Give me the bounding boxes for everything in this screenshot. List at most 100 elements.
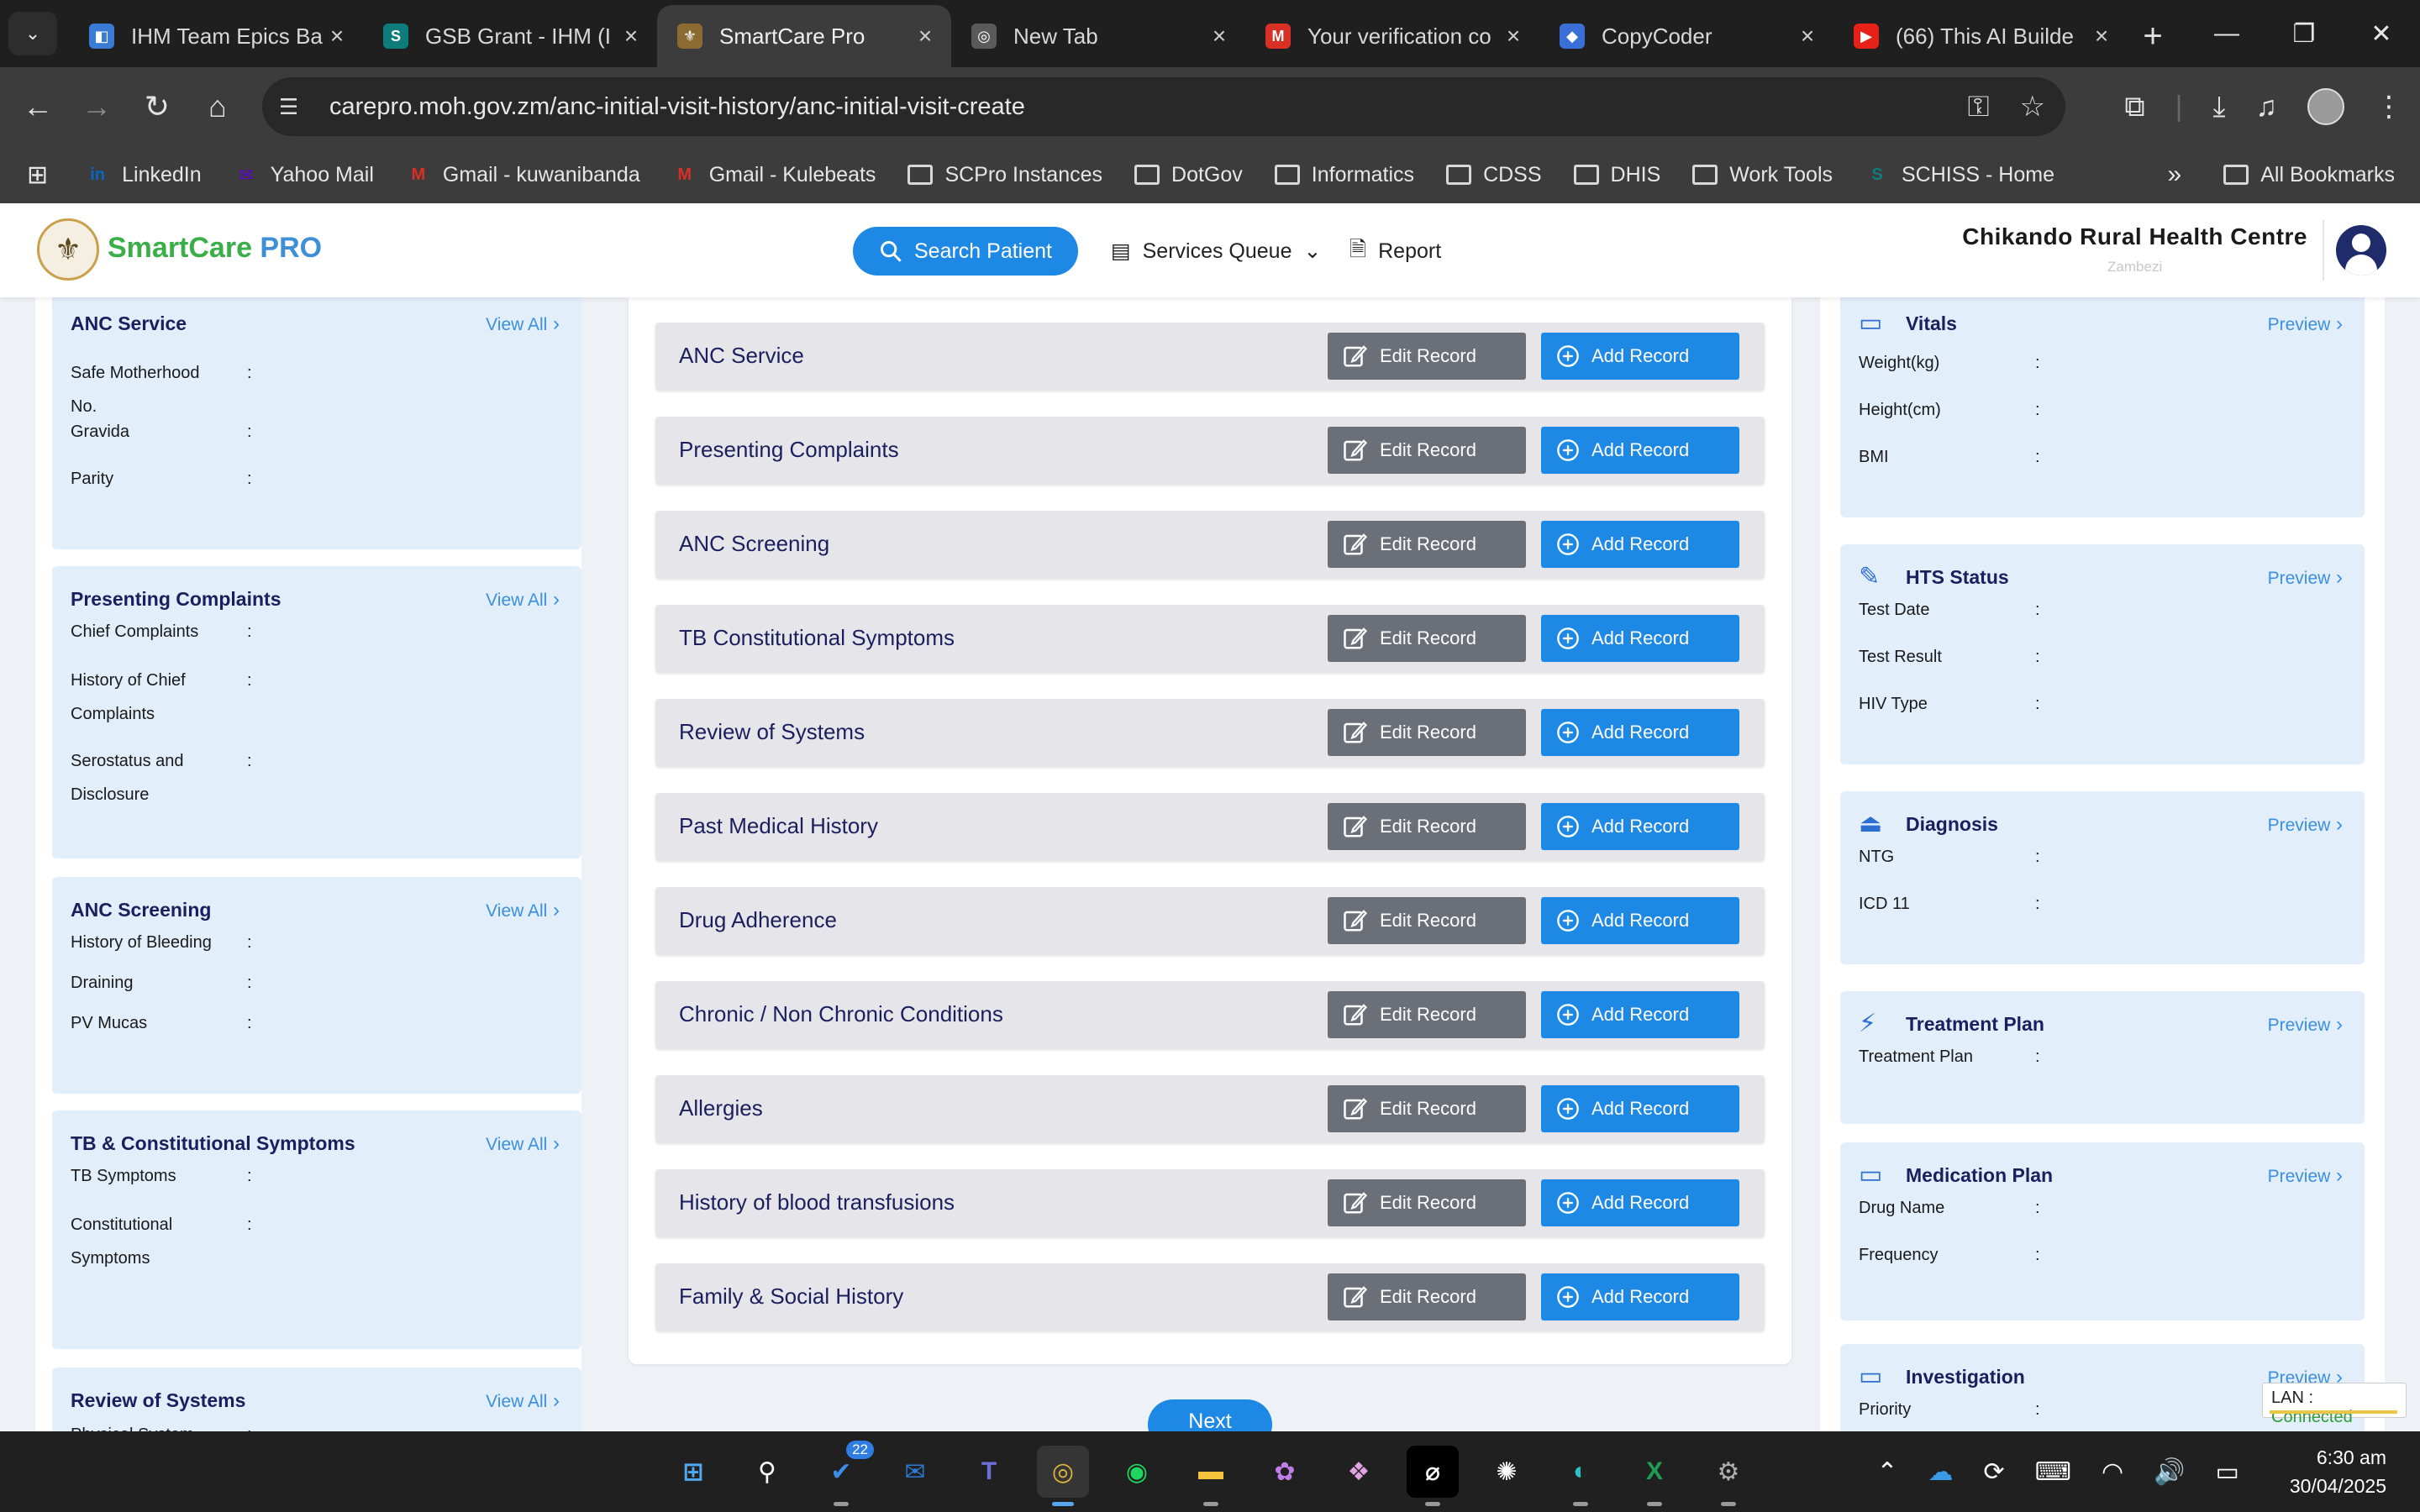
- reload-icon[interactable]: ↻: [136, 86, 178, 128]
- apps-grid-icon[interactable]: ⊞: [27, 160, 48, 190]
- bookmark-cdss[interactable]: CDSS: [1446, 163, 1542, 187]
- edit-record-button[interactable]: Edit Record: [1328, 427, 1526, 474]
- search-icon[interactable]: ⚲: [741, 1446, 793, 1498]
- edit-record-button[interactable]: Edit Record: [1328, 897, 1526, 944]
- report-link[interactable]: 🗎 Report: [1349, 227, 1441, 276]
- browser-tab-copycoder[interactable]: ◆ CopyCoder ×: [1539, 5, 1833, 67]
- forward-icon[interactable]: →: [76, 86, 118, 128]
- bookmark-linkedin[interactable]: in LinkedIn: [85, 163, 201, 187]
- system-clock[interactable]: 6:30 am 30/04/2025: [2290, 1443, 2386, 1500]
- more-bookmarks-icon[interactable]: »: [2168, 160, 2182, 189]
- all-bookmarks-link[interactable]: All Bookmarks: [2223, 163, 2395, 187]
- view-all-link[interactable]: View All: [486, 1132, 560, 1156]
- add-record-button[interactable]: Add Record: [1541, 1273, 1739, 1320]
- browser-tab-66-this-ai-builde[interactable]: ▶ (66) This AI Builde ×: [1833, 5, 2128, 67]
- close-tab-icon[interactable]: ×: [2089, 23, 2114, 50]
- app-brand[interactable]: SmartCare PRO: [108, 232, 322, 265]
- left-summary-panel[interactable]: ANC ServiceView AllSafe Motherhood No.:G…: [35, 297, 581, 1431]
- back-icon[interactable]: ←: [17, 86, 59, 128]
- close-window-icon[interactable]: ✕: [2343, 0, 2420, 67]
- right-summary-panel[interactable]: ▭VitalsPreviewWeight(kg):Height(cm):BMI:…: [1820, 297, 2385, 1431]
- user-avatar-icon[interactable]: [2336, 225, 2386, 276]
- edit-record-button[interactable]: Edit Record: [1328, 333, 1526, 380]
- preview-link[interactable]: Preview: [2268, 1164, 2343, 1188]
- address-bar[interactable]: ☰ carepro.moh.gov.zm/anc-initial-visit-h…: [262, 77, 2065, 136]
- browser-tab-new-tab[interactable]: ◎ New Tab ×: [951, 5, 1245, 67]
- chatgpt-icon[interactable]: ✺: [1481, 1446, 1533, 1498]
- teams-icon[interactable]: T: [963, 1446, 1015, 1498]
- minimize-icon[interactable]: —: [2188, 0, 2265, 67]
- close-tab-icon[interactable]: ×: [1501, 23, 1526, 50]
- next-button[interactable]: Next: [1148, 1399, 1272, 1431]
- edit-record-button[interactable]: Edit Record: [1328, 1085, 1526, 1132]
- add-record-button[interactable]: Add Record: [1541, 1179, 1739, 1226]
- home-icon[interactable]: ⌂: [197, 86, 239, 128]
- spotify-icon[interactable]: ◉: [1111, 1446, 1163, 1498]
- keyboard-icon[interactable]: ⌨: [2035, 1457, 2071, 1487]
- bookmark-work-tools[interactable]: Work Tools: [1692, 163, 1833, 187]
- onedrive-cloud-icon[interactable]: ☁: [1928, 1457, 1954, 1487]
- browser-tab-gsb-grant-ihm-i[interactable]: S GSB Grant - IHM (I ×: [363, 5, 657, 67]
- browser-tab-ihm-team-epics-ba[interactable]: ◧ IHM Team Epics Ba ×: [69, 5, 363, 67]
- site-info-icon[interactable]: ☰: [279, 94, 313, 120]
- profile-avatar[interactable]: [2307, 88, 2344, 125]
- edit-record-button[interactable]: Edit Record: [1328, 521, 1526, 568]
- add-record-button[interactable]: Add Record: [1541, 521, 1739, 568]
- bookmark-yahoo-mail[interactable]: ✉ Yahoo Mail: [234, 163, 374, 187]
- volume-icon[interactable]: 🔊: [2154, 1457, 2185, 1487]
- edge-icon[interactable]: ◐: [1555, 1446, 1607, 1506]
- sync-icon[interactable]: ⟳: [1984, 1457, 2005, 1487]
- add-record-button[interactable]: Add Record: [1541, 897, 1739, 944]
- add-record-button[interactable]: Add Record: [1541, 427, 1739, 474]
- view-all-link[interactable]: View All: [486, 312, 560, 336]
- wifi-icon[interactable]: ◠: [2102, 1457, 2123, 1487]
- add-record-button[interactable]: Add Record: [1541, 1085, 1739, 1132]
- bookmark-gmail-kuwanibanda[interactable]: M Gmail - kuwanibanda: [406, 163, 640, 187]
- browser-tab-your-verification-co[interactable]: M Your verification co ×: [1245, 5, 1539, 67]
- add-record-button[interactable]: Add Record: [1541, 803, 1739, 850]
- preview-link[interactable]: Preview: [2268, 566, 2343, 590]
- edit-record-button[interactable]: Edit Record: [1328, 1273, 1526, 1320]
- bookmark-gmail-kulebeats[interactable]: M Gmail - Kulebeats: [672, 163, 876, 187]
- bookmark-dotgov[interactable]: DotGov: [1134, 163, 1243, 187]
- bookmark-star-icon[interactable]: ☆: [2020, 90, 2045, 123]
- password-key-icon[interactable]: ⚿: [1968, 91, 1990, 123]
- show-hidden-icons-chevron-icon[interactable]: ⌃: [1876, 1457, 1897, 1487]
- bookmark-scpro-instances[interactable]: SCPro Instances: [908, 163, 1102, 187]
- file-explorer-icon[interactable]: ▬: [1185, 1446, 1237, 1506]
- preview-link[interactable]: Preview: [2268, 1013, 2343, 1037]
- bookmark-dhis[interactable]: DHIS: [1573, 163, 1660, 187]
- extensions-icon[interactable]: ⧉: [2124, 91, 2144, 123]
- start-windows-icon[interactable]: ⊞: [667, 1446, 719, 1498]
- view-all-link[interactable]: View All: [486, 588, 560, 612]
- edit-record-button[interactable]: Edit Record: [1328, 709, 1526, 756]
- edit-record-button[interactable]: Edit Record: [1328, 991, 1526, 1038]
- address-url[interactable]: carepro.moh.gov.zm/anc-initial-visit-his…: [329, 93, 1025, 121]
- edit-record-button[interactable]: Edit Record: [1328, 615, 1526, 662]
- settings-gear-icon[interactable]: ⚙: [1702, 1446, 1754, 1506]
- chrome-icon[interactable]: ◎: [1037, 1446, 1089, 1506]
- m365-icon[interactable]: ✿: [1259, 1446, 1311, 1498]
- media-control-icon[interactable]: ♫: [2256, 91, 2278, 123]
- excel-icon[interactable]: X: [1628, 1446, 1681, 1506]
- outlook-icon[interactable]: ✉: [889, 1446, 941, 1498]
- edit-record-button[interactable]: Edit Record: [1328, 1179, 1526, 1226]
- add-record-button[interactable]: Add Record: [1541, 709, 1739, 756]
- search-patient-button[interactable]: Search Patient: [853, 227, 1078, 276]
- new-tab-icon[interactable]: +: [2128, 5, 2178, 67]
- view-all-link[interactable]: View All: [486, 1389, 560, 1413]
- close-tab-icon[interactable]: ×: [324, 23, 350, 50]
- close-tab-icon[interactable]: ×: [1795, 23, 1820, 50]
- copilot-icon[interactable]: ❖: [1333, 1446, 1385, 1498]
- close-tab-icon[interactable]: ×: [1207, 23, 1232, 50]
- cursor-app-icon[interactable]: ⌀: [1407, 1446, 1459, 1506]
- battery-icon[interactable]: ▭: [2216, 1457, 2239, 1487]
- edit-record-button[interactable]: Edit Record: [1328, 803, 1526, 850]
- view-all-link[interactable]: View All: [486, 899, 560, 922]
- preview-link[interactable]: Preview: [2268, 312, 2343, 336]
- download-icon[interactable]: ⤓: [2212, 91, 2225, 123]
- tab-search-menu-button[interactable]: ⌄: [8, 12, 57, 55]
- bookmark-schiss-home[interactable]: S SCHISS - Home: [1865, 163, 2054, 187]
- restore-icon[interactable]: ❐: [2265, 0, 2343, 67]
- services-queue-dropdown[interactable]: ▤ Services Queue ⌄: [1111, 227, 1321, 276]
